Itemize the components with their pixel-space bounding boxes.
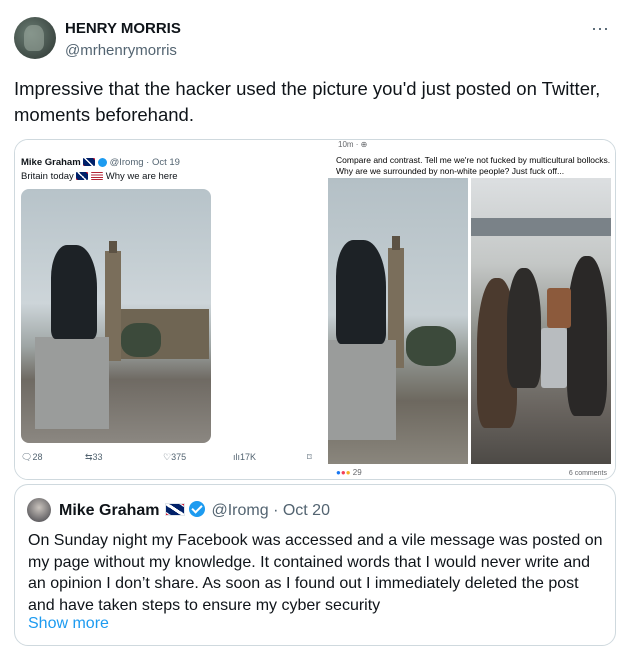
media-image-right[interactable]: 10m · ⊕ Compare and contrast. Tell me we…	[323, 140, 615, 479]
tweet-author: HENRY MORRIS @mrhenrymorris ⋯	[14, 17, 614, 65]
tree	[121, 323, 161, 357]
reply-icon: 🗨 28	[21, 452, 43, 462]
post-reactions: ●●● 29	[336, 468, 362, 477]
like-count: 375	[171, 452, 187, 462]
embedded-handle: @Iromg · Oct 19	[109, 157, 180, 168]
big-ben-spire	[392, 236, 400, 250]
quoted-avatar[interactable]	[27, 498, 51, 522]
embedded-tweet-text: Britain today Why we are here	[21, 171, 178, 182]
passenger	[507, 268, 541, 388]
churchill-statue	[51, 245, 97, 339]
verified-icon	[189, 501, 206, 517]
us-flag-icon	[91, 172, 104, 181]
post-text: Compare and contrast. Tell me we're not …	[336, 155, 611, 176]
quoted-handle[interactable]: @Iromg · Oct 20	[211, 502, 330, 519]
post-comments-count: 6 comments	[568, 470, 607, 477]
big-ben-spire	[109, 241, 117, 253]
author-handle[interactable]: @mrhenrymorris	[65, 42, 177, 59]
retweet-count: 33	[92, 452, 103, 462]
embedded-author-name: Mike Graham	[21, 157, 81, 168]
uk-flag-icon	[165, 503, 186, 516]
uk-flag-icon	[76, 172, 89, 181]
uk-flag-icon	[83, 158, 96, 167]
quoted-tweet[interactable]: Mike Graham @Iromg · Oct 20 On Sunday nig…	[14, 484, 616, 646]
embedded-text-suffix: Why we are here	[105, 171, 178, 182]
embedded-text-main: Britain today	[21, 171, 74, 182]
reply-count: 28	[32, 452, 43, 462]
underground-train-photo	[471, 178, 611, 464]
author-avatar[interactable]	[14, 17, 56, 59]
quoted-header: Mike Graham @Iromg · Oct 20	[59, 501, 330, 520]
globe-icon: ⊕	[360, 140, 368, 149]
verified-icon	[97, 157, 107, 167]
reaction-count: 29	[352, 468, 362, 477]
like-icon: ♡ 375	[163, 452, 187, 462]
passenger	[567, 256, 607, 416]
statue-plinth	[328, 340, 396, 440]
quoted-author-name[interactable]: Mike Graham	[59, 502, 159, 519]
bookmark-icon: ⌑	[307, 452, 312, 462]
tweet-media[interactable]: Mike Graham @Iromg · Oct 19 Britain toda…	[14, 139, 616, 480]
views-icon: ılı 17K	[233, 452, 257, 462]
statue-plinth	[35, 337, 109, 429]
post-meta: 10m · ⊕	[338, 140, 367, 149]
bag	[547, 288, 571, 328]
views-count: 17K	[240, 452, 257, 462]
retweet-icon: ⇆ 33	[85, 452, 103, 462]
statue-photo	[21, 189, 211, 443]
more-options-icon[interactable]: ⋯	[591, 19, 610, 40]
author-name[interactable]: HENRY MORRIS	[65, 20, 181, 37]
reaction-icons: ●	[345, 468, 351, 477]
embedded-tweet-header: Mike Graham @Iromg · Oct 19	[21, 157, 180, 168]
media-image-left[interactable]: Mike Graham @Iromg · Oct 19 Britain toda…	[15, 140, 320, 479]
suitcase	[541, 328, 567, 388]
statue-photo-cropped	[328, 178, 468, 464]
tree	[406, 326, 456, 366]
post-time: 10m ·	[338, 140, 361, 149]
quoted-text: On Sunday night my Facebook was accessed…	[28, 532, 603, 614]
churchill-statue	[336, 240, 386, 344]
tweet-text: Impressive that the hacker used the pict…	[14, 78, 601, 125]
train-window	[471, 218, 611, 236]
show-more-link[interactable]: Show more	[28, 615, 109, 633]
